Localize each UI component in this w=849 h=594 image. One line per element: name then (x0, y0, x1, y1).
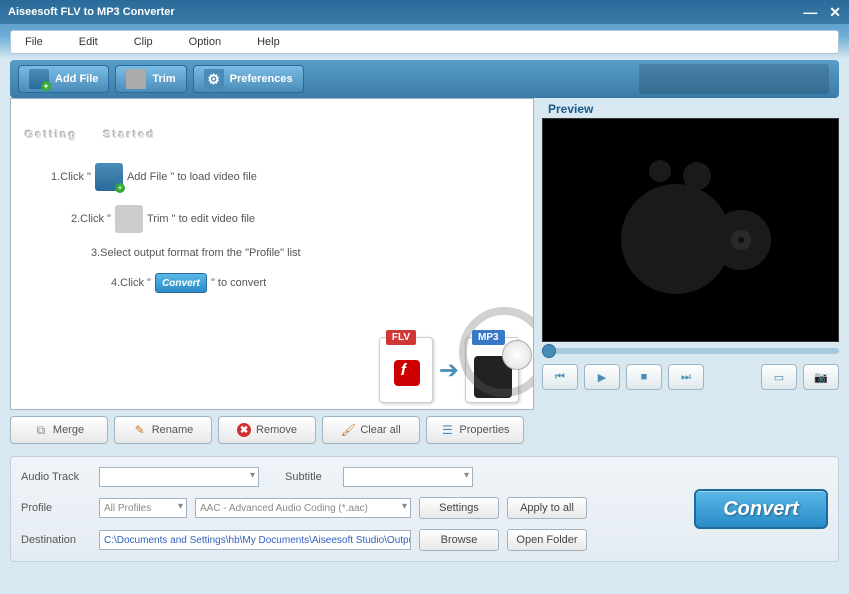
clear-all-button[interactable]: 🖌Clear all (322, 416, 420, 444)
prev-button[interactable]: ⏮ (542, 364, 578, 390)
menu-help[interactable]: Help (251, 34, 286, 50)
add-file-icon (29, 69, 49, 89)
add-file-icon (95, 163, 123, 191)
app-window: Aiseesoft FLV to MP3 Converter — ✕ File … (0, 0, 849, 594)
convert-mini-icon: Convert (155, 273, 207, 293)
menu-clip[interactable]: Clip (128, 34, 159, 50)
menubar: File Edit Clip Option Help (10, 30, 839, 54)
step-1: 1.Click " Add File " to load video file (51, 163, 519, 191)
trim-label: Trim (152, 73, 175, 85)
next-button[interactable]: ⏭ (668, 364, 704, 390)
flv-file-icon: FLV (379, 337, 433, 403)
preview-screen (542, 118, 839, 342)
open-folder-button[interactable]: Open Folder (507, 529, 587, 551)
properties-icon: ☰ (440, 423, 454, 437)
preferences-label: Preferences (230, 73, 293, 85)
profile-format-select[interactable]: AAC - Advanced Audio Coding (*.aac) (195, 498, 411, 518)
stop-button[interactable]: ■ (626, 364, 662, 390)
window-title: Aiseesoft FLV to MP3 Converter (8, 6, 803, 18)
profile-category-select[interactable]: All Profiles (99, 498, 187, 518)
apply-all-button[interactable]: Apply to all (507, 497, 587, 519)
add-file-button[interactable]: Add File (18, 65, 109, 93)
fullscreen-button[interactable]: ▭ (761, 364, 797, 390)
logo-watermark (611, 160, 771, 300)
preferences-button[interactable]: Preferences (193, 65, 304, 93)
form-column: Audio Track Subtitle Profile All Profile… (21, 467, 587, 551)
browse-button[interactable]: Browse (419, 529, 499, 551)
profile-label: Profile (21, 502, 91, 514)
step-2: 2.Click " Trim " to edit video file (71, 205, 519, 233)
audio-track-select[interactable] (99, 467, 259, 487)
audio-track-label: Audio Track (21, 471, 91, 483)
close-button[interactable]: ✕ (829, 4, 841, 21)
rename-icon: ✎ (133, 423, 147, 437)
play-button[interactable]: ▶ (584, 364, 620, 390)
bottom-panel: Audio Track Subtitle Profile All Profile… (10, 456, 839, 562)
window-controls: — ✕ (803, 4, 841, 21)
getting-started-title: Getting Started (25, 117, 519, 145)
step-4: 4.Click " Convert " to convert (111, 273, 519, 293)
subtitle-label: Subtitle (285, 471, 335, 483)
add-file-label: Add File (55, 73, 98, 85)
action-row: ⧉Merge ✎Rename ✖Remove 🖌Clear all ☰Prope… (10, 416, 839, 444)
settings-button[interactable]: Settings (419, 497, 499, 519)
toolbar: Add File Trim Preferences (10, 60, 839, 98)
menu-edit[interactable]: Edit (73, 34, 104, 50)
preview-panel: Preview ⏮ ▶ ■ ⏭ ▭ 📷 (542, 98, 839, 410)
merge-button[interactable]: ⧉Merge (10, 416, 108, 444)
conversion-graphic: FLV ➔ MP3 (379, 337, 519, 403)
preview-title: Preview (542, 98, 839, 118)
trim-icon (126, 69, 146, 89)
arrow-icon: ➔ (439, 356, 459, 385)
seek-slider[interactable] (542, 348, 839, 354)
gear-icon (204, 69, 224, 89)
subtitle-select[interactable] (343, 467, 473, 487)
menu-file[interactable]: File (19, 34, 49, 50)
clear-icon: 🖌 (341, 423, 355, 437)
destination-label: Destination (21, 534, 91, 546)
trim-button[interactable]: Trim (115, 65, 186, 93)
remove-button[interactable]: ✖Remove (218, 416, 316, 444)
menu-option[interactable]: Option (183, 34, 227, 50)
properties-button[interactable]: ☰Properties (426, 416, 524, 444)
merge-icon: ⧉ (34, 423, 48, 437)
main-panel: Getting Started 1.Click " Add File " to … (10, 98, 534, 410)
convert-button[interactable]: Convert (694, 489, 828, 529)
step-3: 3.Select output format from the "Profile… (91, 247, 519, 259)
snapshot-button[interactable]: 📷 (803, 364, 839, 390)
destination-input[interactable]: C:\Documents and Settings\hb\My Document… (99, 530, 411, 550)
rename-button[interactable]: ✎Rename (114, 416, 212, 444)
playback-controls: ⏮ ▶ ■ ⏭ ▭ 📷 (542, 364, 839, 390)
titlebar: Aiseesoft FLV to MP3 Converter — ✕ (0, 0, 849, 24)
trim-icon (115, 205, 143, 233)
remove-icon: ✖ (237, 423, 251, 437)
minimize-button[interactable]: — (803, 4, 817, 21)
